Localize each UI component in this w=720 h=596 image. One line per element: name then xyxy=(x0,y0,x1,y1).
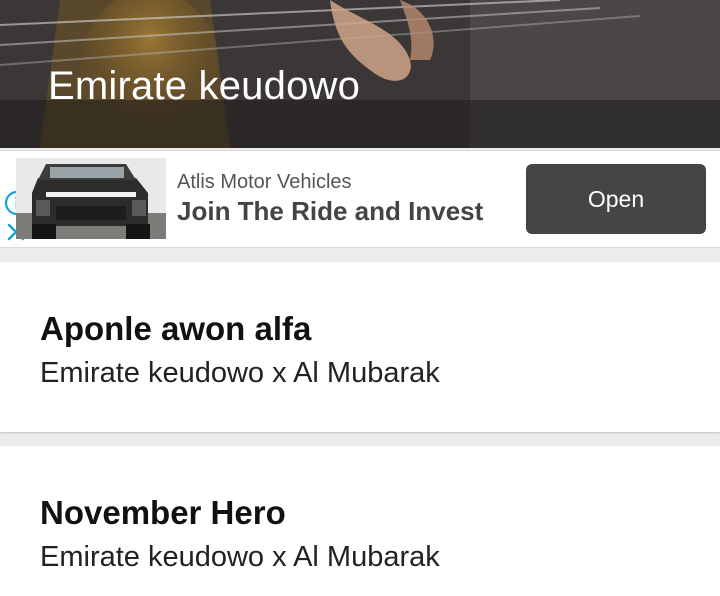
list-item[interactable]: November Hero Emirate keudowo x Al Mubar… xyxy=(0,446,720,596)
header-banner: Emirate keudowo xyxy=(0,0,720,148)
ad-open-button[interactable]: Open xyxy=(526,164,706,234)
page-title: Emirate keudowo xyxy=(48,64,361,108)
list-item[interactable]: Aponle awon alfa Emirate keudowo x Al Mu… xyxy=(0,262,720,432)
ad-brand-name[interactable]: Atlis Motor Vehicles xyxy=(177,171,352,194)
song-title: November Hero xyxy=(40,494,286,531)
song-artist: Emirate keudowo x Al Mubarak xyxy=(40,541,440,573)
ad-image[interactable] xyxy=(16,158,166,239)
song-artist: Emirate keudowo x Al Mubarak xyxy=(40,357,440,389)
song-title: Aponle awon alfa xyxy=(40,310,312,347)
ad-headline[interactable]: Join The Ride and Invest xyxy=(177,196,483,227)
